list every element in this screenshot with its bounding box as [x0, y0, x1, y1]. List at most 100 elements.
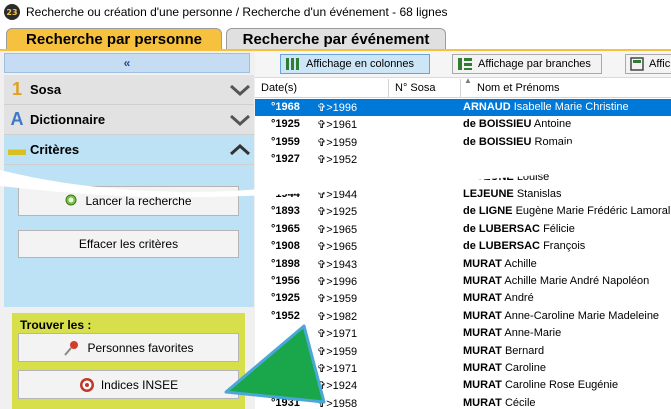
given-names: Stanislas [516, 188, 562, 200]
column-header-sosa[interactable]: N° Sosa [395, 82, 435, 94]
section-dictionnaire[interactable]: A Dictionnaire [4, 105, 254, 135]
section-sosa[interactable]: 1 Sosa [4, 75, 254, 105]
section-dictionnaire-label: Dictionnaire [30, 112, 106, 127]
birth-year: °1925 [271, 118, 300, 131]
person-name: ARNAUD Isabelle Marie Christine [463, 101, 629, 113]
surname: MURAT [463, 379, 502, 392]
surname: MURAT [463, 292, 502, 305]
table-row[interactable]: °1927 ✞>1952 [255, 151, 671, 168]
chevron-up-icon[interactable] [226, 135, 254, 165]
other-view-label: Affic [649, 58, 671, 70]
given-names: Achille Marie André Napoléon [504, 275, 650, 287]
given-names: Louise [516, 170, 550, 183]
person-name: LEJEUNE Stanislas [463, 188, 561, 200]
birth-year: °1893 [271, 205, 300, 218]
columns-view-label: Affichage en colonnes [306, 58, 415, 70]
birth-year: °1956 [271, 275, 300, 287]
double-chevron-left-icon: « [123, 56, 131, 70]
table-row[interactable]: °1925 ✞>1959 MURAT André [255, 290, 671, 307]
birth-year: °1898 [271, 257, 300, 270]
column-header-dates[interactable]: Date(s) [261, 82, 297, 94]
table-row[interactable]: °1956 ✞>1996 MURAT Achille Marie André Nap… [255, 273, 671, 290]
table-row[interactable]: ✞>1959 MURAT Bernard [255, 343, 671, 360]
criteria-icon: ▬ [8, 139, 26, 159]
birth-year: °1959 [271, 135, 300, 148]
chevron-down-icon[interactable] [226, 105, 254, 135]
surname: de BOISSIEU [463, 135, 532, 148]
person-name: de LUBERSAC François [463, 240, 585, 252]
given-names: Achille [504, 257, 537, 270]
insee-button[interactable]: Indices INSEE [18, 370, 239, 399]
view-toolbar: Affichage en colonnes Affichage par bran… [255, 51, 671, 78]
tab-recherche-par-personne[interactable]: Recherche par personne [6, 28, 222, 50]
table-row[interactable]: °1931 ✞>1958 MURAT Cécile [255, 395, 671, 409]
death-year: ✞>1971 [317, 328, 358, 341]
table-row[interactable]: °1944 ✞>1944 LEJEUNE Stanislas [255, 186, 671, 203]
chevron-down-icon[interactable] [226, 75, 254, 105]
death-year: ✞>1971 [317, 363, 358, 375]
person-name: MURAT Anne-Caroline Marie Madeleine [463, 310, 659, 322]
table-row[interactable]: ✞>1924 MURAT Caroline Rose Eugénie [255, 377, 671, 394]
columns-view-button[interactable]: Affichage en colonnes [280, 54, 430, 74]
death-year: ✞>1996 [317, 102, 358, 114]
column-separator[interactable] [388, 79, 389, 97]
table-row[interactable]: °1968 ✞>1996 ARNAUD Isabelle Marie Christi… [255, 99, 671, 116]
surname: de LIGNE [463, 205, 513, 218]
birth-year: °1908 [271, 240, 300, 253]
section-sosa-label: Sosa [30, 82, 62, 97]
table-row[interactable]: LEJEUNE Louise [255, 169, 671, 186]
death-year: ✞>1944 [317, 189, 358, 201]
surname: de BOISSIEU [463, 118, 532, 131]
given-names: Félicie [543, 222, 575, 235]
table-row[interactable]: °1965 ✞>1965 de LUBERSAC Félicie [255, 221, 671, 238]
find-section-label: Trouver les : [20, 318, 92, 332]
person-name: MURAT Caroline Rose Eugénie [463, 379, 618, 391]
surname: MURAT [463, 309, 502, 322]
table-row[interactable]: ✞>1971 MURAT Caroline [255, 360, 671, 377]
birth-year: °1965 [271, 222, 300, 235]
table-row[interactable]: °1898 ✞>1943 MURAT Achille [255, 256, 671, 273]
given-names: Antoine [533, 118, 572, 131]
table-row[interactable]: °1908 ✞>1965 de LUBERSAC François [255, 238, 671, 255]
branches-view-button[interactable]: Affichage par branches [452, 54, 602, 74]
surname: MURAT [463, 327, 502, 340]
clear-criteria-button[interactable]: Effacer les critères [18, 230, 239, 258]
birth-year: °1925 [271, 292, 300, 305]
birth-year: °1931 [271, 396, 300, 409]
favorites-button[interactable]: Personnes favorites [18, 333, 239, 362]
sosa-icon: 1 [11, 79, 22, 99]
insee-label: Indices INSEE [100, 377, 179, 392]
table-row[interactable]: °1925 ✞>1961 de BOISSIEU Antoine [255, 116, 671, 133]
column-header-name[interactable]: Nom et Prénoms [477, 82, 560, 94]
section-criteres[interactable]: ▬ Critères [4, 135, 254, 165]
collapse-panel-button[interactable]: « [4, 53, 250, 73]
launch-search-button[interactable]: Lancer la recherche [18, 186, 239, 216]
tab-recherche-par-evenement[interactable]: Recherche par événement [226, 28, 446, 50]
table-row[interactable]: °1952 ✞>1982 MURAT Anne-Caroline Marie Mad… [255, 308, 671, 325]
person-name: MURAT Caroline [463, 362, 546, 374]
death-year: ✞>1961 [317, 119, 358, 132]
surname: de LUBERSAC [463, 222, 541, 235]
given-names: Romain [534, 135, 573, 148]
given-names: Caroline [504, 362, 546, 374]
columns-icon [285, 57, 301, 71]
table-row[interactable]: °1959 ✞>1959 de BOISSIEU Romain [255, 134, 671, 151]
given-names: Cécile [504, 396, 536, 409]
birth-year: °1927 [271, 153, 300, 166]
table-header: Date(s) N° Sosa ▲ Nom et Prénoms [255, 76, 671, 98]
given-names: François [543, 240, 586, 253]
death-year: ✞>1958 [317, 397, 358, 409]
table-row[interactable]: °1893 ✞>1925 de LIGNE Eugène Marie Frédéri… [255, 203, 671, 220]
surname: MURAT [463, 257, 502, 270]
given-names: André [504, 292, 534, 305]
pushpin-icon [63, 339, 81, 357]
column-separator[interactable] [460, 79, 461, 97]
person-name: de BOISSIEU Antoine [463, 118, 571, 130]
other-view-button[interactable]: Affic [625, 54, 671, 74]
table-row[interactable]: ✞>1971 MURAT Anne-Marie [255, 325, 671, 342]
target-icon [79, 377, 95, 393]
surname: MURAT [463, 344, 502, 357]
sort-ascending-icon: ▲ [464, 76, 472, 85]
death-year: ✞>1924 [317, 380, 358, 393]
search-icon [65, 194, 79, 208]
